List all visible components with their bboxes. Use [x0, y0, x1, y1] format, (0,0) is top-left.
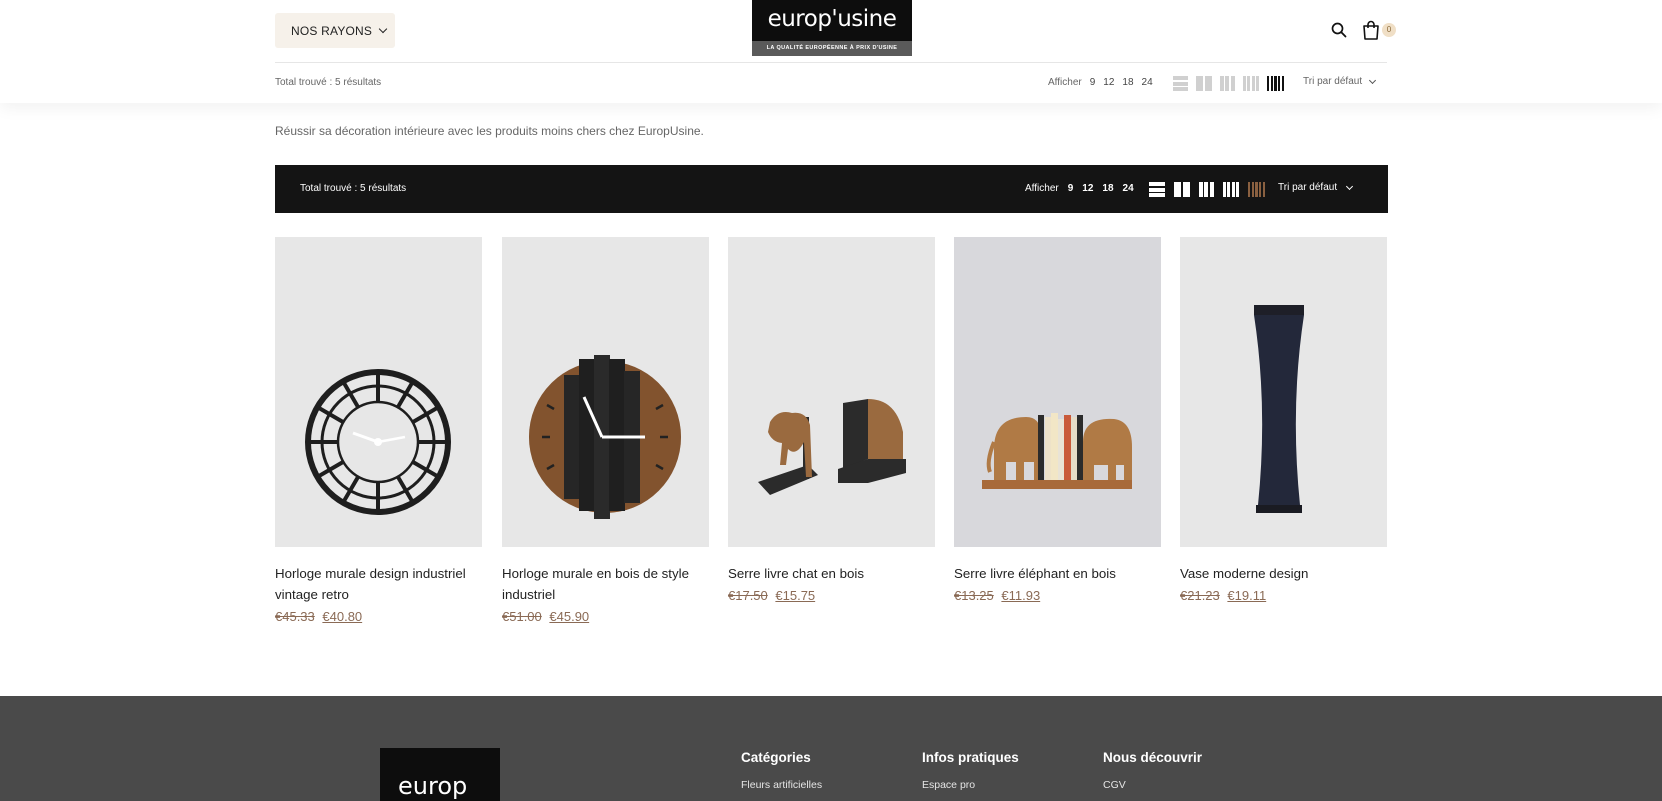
per-page-option[interactable]: 12: [1082, 183, 1093, 194]
per-page-selector: Afficher 9 12 18 24: [1048, 77, 1153, 88]
old-price: €21.23: [1180, 588, 1220, 603]
footer-link[interactable]: CGV: [1103, 779, 1202, 791]
footer-heading: Infos pratiques: [922, 750, 1019, 765]
per-page-label: Afficher: [1048, 77, 1082, 88]
product-image-tall-vase[interactable]: [1180, 237, 1387, 547]
product-card: Horloge murale design industriel vintage…: [275, 237, 482, 624]
footer-heading: Catégories: [741, 750, 811, 765]
chevron-down-icon: [1346, 182, 1354, 190]
site-header: NOS RAYONS europ'usine LA QUALITÉ EUROPÉ…: [0, 0, 1662, 103]
footer-column-categories: Catégories Fleurs artificielles: [741, 750, 822, 791]
grid-5-columns-icon[interactable]: [1267, 76, 1284, 91]
product-price: €21.23 €19.11: [1180, 588, 1387, 603]
per-page-option[interactable]: 24: [1123, 183, 1134, 194]
results-count: Total trouvé : 5 résultats: [275, 77, 382, 88]
category-intro-text: Réussir sa décoration intérieure avec le…: [275, 124, 704, 138]
footer-logo-wordmark: europ: [398, 772, 468, 800]
sale-price: €45.90: [549, 609, 590, 624]
header-divider: [275, 62, 1387, 63]
search-icon[interactable]: [1331, 22, 1347, 38]
sale-price: €11.93: [1001, 588, 1041, 603]
list-view-icon[interactable]: [1173, 76, 1188, 91]
old-price: €45.33: [275, 609, 315, 624]
nos-rayons-menu-button[interactable]: NOS RAYONS: [275, 13, 395, 48]
grid-4-columns-icon[interactable]: [1242, 76, 1259, 91]
product-card: Vase moderne design €21.23 €19.11: [1180, 237, 1387, 603]
per-page-option[interactable]: 24: [1142, 77, 1153, 88]
product-image-round-metal-clock[interactable]: [275, 237, 482, 547]
product-price: €51.00 €45.90: [502, 609, 709, 624]
per-page-option[interactable]: 9: [1090, 77, 1096, 88]
list-view-icon[interactable]: [1149, 182, 1165, 197]
cart-count-badge: 0: [1382, 23, 1396, 37]
sale-price: €15.75: [775, 588, 816, 603]
sale-price: €40.80: [322, 609, 363, 624]
product-title[interactable]: Serre livre chat en bois: [728, 563, 935, 584]
logo-wordmark: europ'usine: [767, 6, 897, 32]
nav-label: NOS RAYONS: [291, 23, 373, 38]
old-price: €51.00: [502, 609, 542, 624]
product-card: Horloge murale en bois de style industri…: [502, 237, 709, 624]
chevron-down-icon: [1369, 76, 1377, 84]
product-title[interactable]: Horloge murale en bois de style industri…: [502, 563, 709, 605]
grid-4-columns-icon[interactable]: [1222, 182, 1239, 197]
per-page-selector: Afficher 9 12 18 24: [1025, 183, 1134, 194]
sort-label: Tri par défaut: [1303, 76, 1363, 87]
product-image-wood-plank-clock[interactable]: [502, 237, 709, 547]
chevron-down-icon: [378, 24, 388, 33]
grid-3-columns-icon[interactable]: [1198, 182, 1214, 197]
product-title[interactable]: Vase moderne design: [1180, 563, 1387, 584]
view-mode-switcher: [1149, 182, 1265, 197]
footer-link[interactable]: Fleurs artificielles: [741, 779, 822, 791]
sort-dropdown[interactable]: Tri par défaut: [1278, 182, 1354, 193]
product-title[interactable]: Horloge murale design industriel vintage…: [275, 563, 482, 605]
old-price: €13.25: [954, 588, 994, 603]
per-page-option[interactable]: 12: [1103, 77, 1114, 88]
grid-3-columns-icon[interactable]: [1219, 76, 1235, 91]
per-page-label: Afficher: [1025, 183, 1059, 194]
site-logo[interactable]: europ'usine LA QUALITÉ EUROPÉENNE À PRIX…: [752, 0, 912, 56]
product-image-elephant-bookend[interactable]: [954, 237, 1161, 547]
footer-heading: Nous découvrir: [1103, 750, 1203, 765]
sort-label: Tri par défaut: [1278, 182, 1338, 193]
per-page-option[interactable]: 18: [1102, 183, 1113, 194]
footer-column-about: Nous découvrir CGV: [1103, 750, 1202, 791]
view-mode-switcher: [1173, 76, 1284, 91]
footer-link[interactable]: Espace pro: [922, 779, 1019, 791]
product-image-cat-bookend[interactable]: [728, 237, 935, 547]
product-title[interactable]: Serre livre éléphant en bois: [954, 563, 1161, 584]
product-card: Serre livre chat en bois €17.50 €15.75: [728, 237, 935, 603]
product-price: €45.33 €40.80: [275, 609, 482, 624]
footer-column-infos: Infos pratiques Espace pro: [922, 750, 1019, 791]
results-count: Total trouvé : 5 résultats: [300, 183, 407, 194]
per-page-option[interactable]: 18: [1122, 77, 1133, 88]
product-price: €13.25 €11.93: [954, 588, 1161, 603]
results-toolbar: Total trouvé : 5 résultats Afficher 9 12…: [275, 165, 1388, 213]
sort-dropdown[interactable]: Tri par défaut: [1303, 76, 1377, 87]
footer-logo[interactable]: europ: [380, 748, 500, 801]
site-footer: europ Catégories Fleurs artificielles In…: [0, 696, 1662, 801]
shopping-bag-icon[interactable]: [1362, 20, 1380, 40]
grid-2-columns-icon[interactable]: [1174, 182, 1190, 197]
old-price: €17.50: [728, 588, 768, 603]
product-price: €17.50 €15.75: [728, 588, 935, 603]
grid-5-columns-icon[interactable]: [1248, 182, 1265, 197]
grid-2-columns-icon[interactable]: [1196, 76, 1212, 91]
sale-price: €19.11: [1227, 588, 1267, 603]
per-page-option[interactable]: 9: [1068, 183, 1074, 194]
logo-tagline: LA QUALITÉ EUROPÉENNE À PRIX D'USINE: [752, 41, 912, 56]
product-card: Serre livre éléphant en bois €13.25 €11.…: [954, 237, 1161, 603]
